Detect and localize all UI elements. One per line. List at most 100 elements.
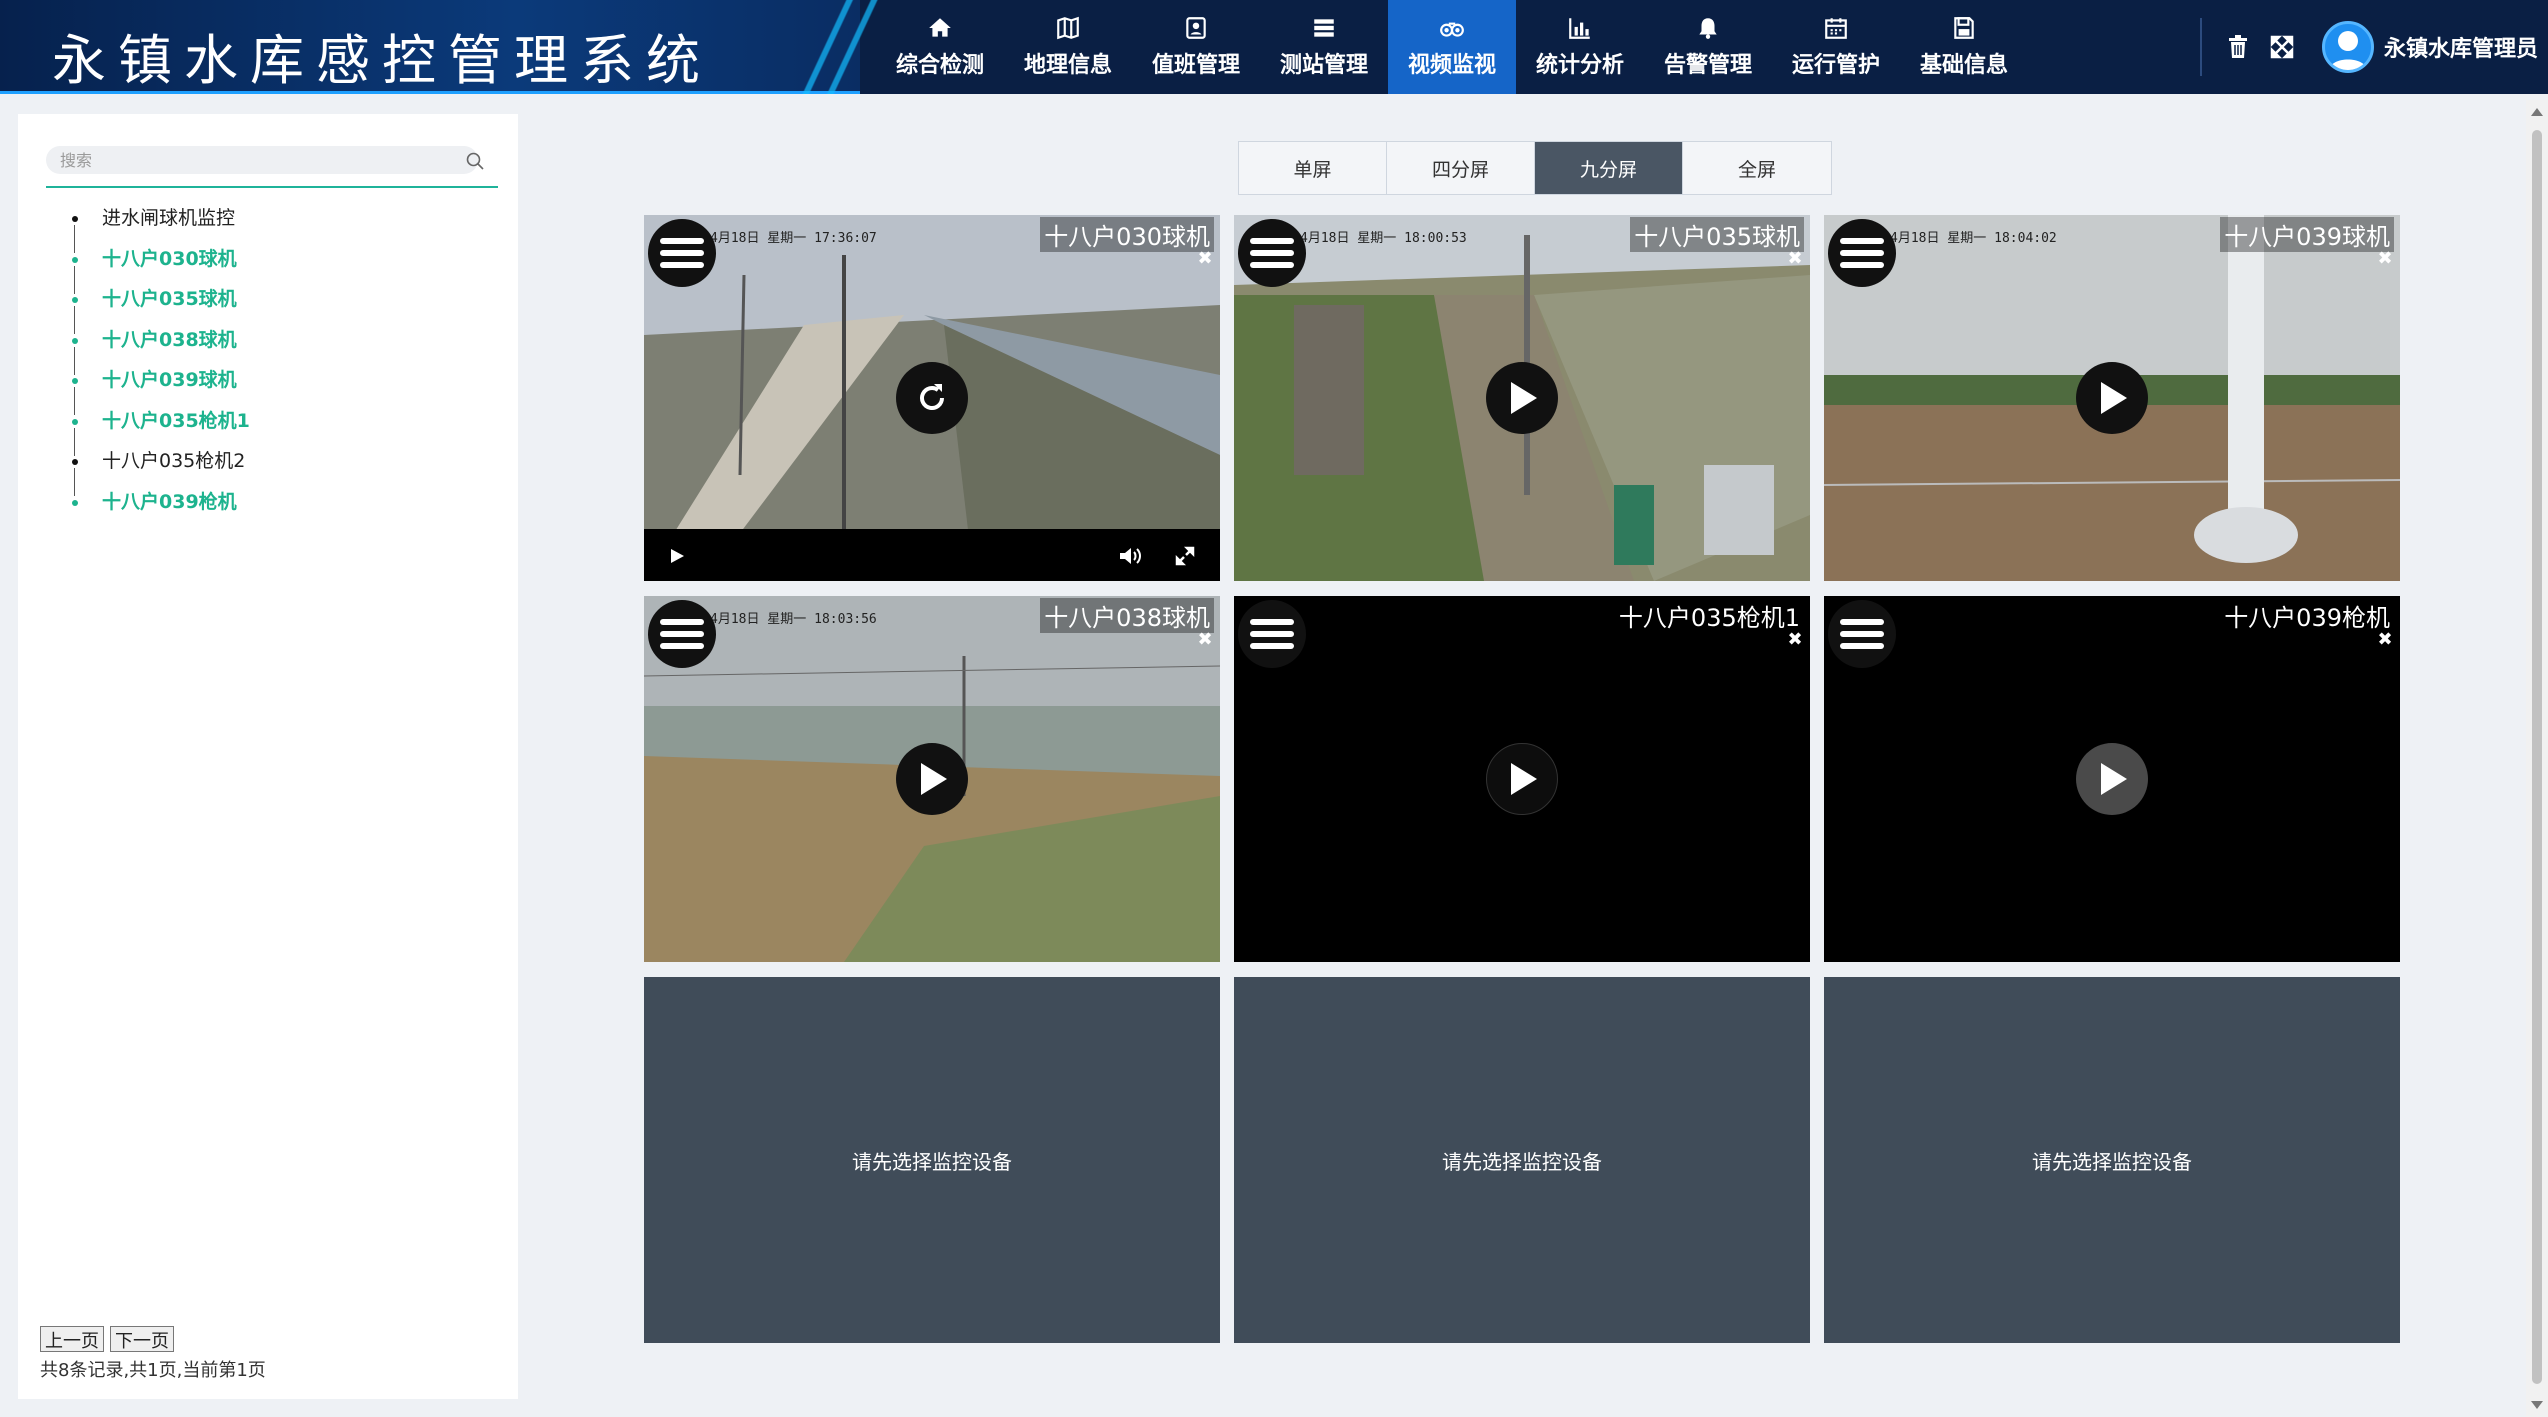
- bullet-dot: [72, 337, 78, 344]
- close-icon[interactable]: ✖: [1194, 247, 1216, 269]
- play-icon: [2101, 382, 2127, 414]
- tree-item-camera[interactable]: 十八户035球机: [54, 279, 250, 334]
- nav-item-stats[interactable]: 统计分析: [1516, 0, 1644, 94]
- expand-button[interactable]: [1172, 543, 1198, 569]
- menu-button[interactable]: [1828, 600, 1896, 668]
- tree-item-label: 进水闸球机监控: [102, 207, 236, 229]
- fullscreen-button[interactable]: [2260, 25, 2304, 69]
- menu-icon: [1840, 619, 1884, 625]
- scroll-down-arrow[interactable]: [2531, 1401, 2543, 1409]
- trash-button[interactable]: [2216, 25, 2260, 69]
- empty-video-cell[interactable]: 请先选择监控设备: [1234, 977, 1810, 1343]
- play-button[interactable]: [1486, 362, 1558, 434]
- osd-timestamp: 4月18日 星期一 18:00:53: [1300, 231, 1467, 246]
- tree-item-camera[interactable]: 十八户035枪机2: [54, 441, 250, 496]
- play-button[interactable]: [1486, 743, 1558, 815]
- close-icon[interactable]: ✖: [1784, 247, 1806, 269]
- tree-item-label: 十八户030球机: [102, 247, 237, 270]
- bullet-dot: [72, 499, 78, 506]
- osd-timestamp: 4月18日 星期一 17:36:07: [710, 231, 877, 246]
- server-icon: [1314, 19, 1334, 37]
- vertical-scrollbar[interactable]: [2526, 100, 2548, 1417]
- menu-button[interactable]: [648, 600, 716, 668]
- tab-four-screen[interactable]: 四分屏: [1387, 142, 1535, 194]
- empty-video-cell[interactable]: 请先选择监控设备: [644, 977, 1220, 1343]
- play-icon: [1511, 763, 1537, 795]
- bullet-dot: [72, 256, 78, 263]
- menu-button[interactable]: [1828, 219, 1896, 287]
- video-cell[interactable]: 4月18日 星期一 18:04:02 十八户039球机 ✖: [1824, 215, 2400, 581]
- nav-item-alarm[interactable]: 告警管理: [1644, 0, 1772, 94]
- tree-item-camera[interactable]: 十八户038球机: [54, 320, 250, 375]
- refresh-button[interactable]: [896, 362, 968, 434]
- trash-icon: [2229, 35, 2247, 58]
- close-icon[interactable]: ✖: [1784, 628, 1806, 650]
- empty-video-cell[interactable]: 请先选择监控设备: [1824, 977, 2400, 1343]
- play-icon: [671, 549, 684, 563]
- play-icon: [1511, 382, 1537, 414]
- tree-item-label: 十八户039球机: [102, 369, 237, 391]
- tree-item-camera[interactable]: 十八户030球机: [54, 239, 250, 294]
- play-button[interactable]: [2076, 743, 2148, 815]
- bullet-dot: [72, 459, 78, 465]
- menu-button[interactable]: [1238, 600, 1306, 668]
- video-cell[interactable]: 十八户035枪机1 ✖: [1234, 596, 1810, 962]
- nav-item-operation[interactable]: 运行管护: [1772, 0, 1900, 94]
- video-cell[interactable]: 4月18日 星期一 18:03:56 十八户038球机 ✖: [644, 596, 1220, 962]
- close-icon[interactable]: ✖: [1194, 628, 1216, 650]
- scroll-thumb[interactable]: [2532, 130, 2542, 1384]
- map-icon: [1057, 16, 1079, 40]
- play-button[interactable]: [2076, 362, 2148, 434]
- expand-icon: [2270, 35, 2294, 59]
- volume-button[interactable]: [1118, 543, 1144, 569]
- nav-item-duty[interactable]: 值班管理: [1132, 0, 1260, 94]
- tree-item-camera[interactable]: 十八户035枪机1: [54, 401, 250, 456]
- video-cell[interactable]: 4月18日 星期一 17:36:07 十八户030球机 ✖: [644, 215, 1220, 581]
- nav-label: 基础信息: [1919, 53, 2008, 78]
- tab-nine-screen[interactable]: 九分屏: [1535, 142, 1683, 194]
- tree-item-camera[interactable]: 十八户039枪机: [54, 482, 250, 523]
- camera-name: 十八户038球机: [1040, 598, 1214, 633]
- close-icon[interactable]: ✖: [2374, 628, 2396, 650]
- camera-name: 十八户035球机: [1630, 217, 1804, 252]
- video-cell[interactable]: 4月18日 星期一 18:00:53 十八户035球机 ✖: [1234, 215, 1810, 581]
- nav-item-basic[interactable]: 基础信息: [1900, 0, 2028, 94]
- empty-placeholder: 请先选择监控设备: [1442, 1149, 1602, 1174]
- prev-page-button[interactable]: 上一页: [40, 1326, 104, 1352]
- device-tree: 进水闸球机监控 十八户030球机 十八户035球机 十八户038球机 十八户03…: [54, 198, 250, 522]
- nav-item-video[interactable]: 视频监视: [1388, 0, 1516, 94]
- play-button[interactable]: [896, 743, 968, 815]
- menu-icon: [1250, 619, 1294, 625]
- bullet-dot: [72, 297, 78, 303]
- menu-button[interactable]: [648, 219, 716, 287]
- search-icon[interactable]: [466, 152, 484, 170]
- nav-item-overview[interactable]: 综合检测: [876, 0, 1004, 94]
- nav-item-station[interactable]: 测站管理: [1260, 0, 1388, 94]
- tree-group-inlet[interactable]: 进水闸球机监控: [54, 198, 250, 253]
- tab-single-screen[interactable]: 单屏: [1239, 142, 1387, 194]
- tab-fullscreen[interactable]: 全屏: [1683, 142, 1831, 194]
- video-cell[interactable]: 十八户039枪机 ✖: [1824, 596, 2400, 962]
- pager-info: 共8条记录,共1页,当前第1页: [40, 1360, 266, 1381]
- menu-icon: [1250, 238, 1294, 244]
- device-panel: 进水闸球机监控 十八户030球机 十八户035球机 十八户038球机 十八户03…: [18, 114, 518, 1399]
- empty-placeholder: 请先选择监控设备: [852, 1149, 1012, 1174]
- username[interactable]: 永镇水库管理员: [2384, 31, 2538, 63]
- duty-icon: [1186, 17, 1206, 39]
- volume-icon: [1120, 548, 1141, 564]
- avatar[interactable]: [2322, 21, 2374, 73]
- play-button[interactable]: [664, 543, 690, 569]
- nav-item-geo[interactable]: 地理信息: [1004, 0, 1132, 94]
- scroll-up-arrow[interactable]: [2531, 108, 2543, 116]
- tree-item-camera[interactable]: 十八户039球机: [54, 360, 250, 415]
- tree-item-label: 十八户035枪机1: [102, 409, 250, 432]
- bullet-dot: [72, 216, 78, 222]
- nav-label: 视频监视: [1407, 53, 1496, 78]
- search-input[interactable]: [46, 146, 478, 174]
- camera-name: 十八户039枪机: [2224, 604, 2390, 632]
- play-icon: [921, 763, 947, 795]
- main-nav: 综合检测 地理信息 值班管理 测站管理 视频监视 统计分析 告警管理 运行管护: [876, 0, 2028, 94]
- next-page-button[interactable]: 下一页: [110, 1326, 174, 1352]
- menu-button[interactable]: [1238, 219, 1306, 287]
- close-icon[interactable]: ✖: [2374, 247, 2396, 269]
